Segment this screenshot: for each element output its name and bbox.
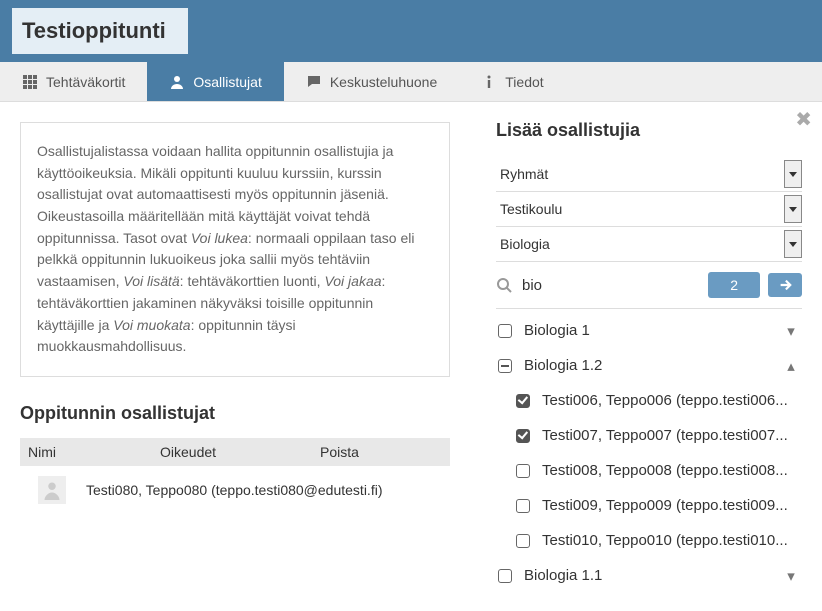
app-header: Testioppitunti <box>0 0 822 62</box>
search-row: 2 <box>496 262 802 309</box>
group-label: Biologia 1.1 <box>524 567 602 584</box>
item-label: Testi008, Teppo008 (teppo.testi008... <box>542 462 788 479</box>
chevron-up-icon[interactable]: ▴ <box>784 357 798 375</box>
search-input[interactable] <box>522 277 642 294</box>
tree-item[interactable]: Testi008, Teppo008 (teppo.testi008... <box>496 453 802 488</box>
table-row[interactable]: Testi080, Teppo080 (teppo.testi080@edute… <box>20 466 450 504</box>
grid-icon <box>22 74 38 90</box>
group-label: Biologia 1 <box>524 322 590 339</box>
tree-item[interactable]: Testi009, Teppo009 (teppo.testi009... <box>496 488 802 523</box>
select-label: Ryhmät <box>500 166 548 182</box>
tree-group[interactable]: Biologia 1 ▾ <box>496 313 802 348</box>
group-tree: Biologia 1 ▾ Biologia 1.2 ▴ Testi006, Teppo0… <box>496 313 802 593</box>
add-heading: Lisää osallistujia <box>496 120 802 141</box>
chevron-down-icon[interactable] <box>784 160 802 188</box>
tree-item[interactable]: Testi006, Teppo006 (teppo.testi006... <box>496 383 802 418</box>
select-label: Testikoulu <box>500 201 562 217</box>
select-label: Biologia <box>500 236 550 252</box>
chevron-down-icon[interactable]: ▾ <box>784 322 798 340</box>
checkbox-icon[interactable] <box>516 464 530 478</box>
chevron-down-icon[interactable] <box>784 230 802 258</box>
tree-group[interactable]: Biologia 1.1 ▾ <box>496 558 802 593</box>
avatar <box>38 476 66 504</box>
checkbox-icon[interactable] <box>498 324 512 338</box>
close-icon[interactable]: ✖ <box>795 110 812 130</box>
tab-label: Tehtäväkortit <box>46 74 125 90</box>
right-pane: ✖ Lisää osallistujia Ryhmät Testikoulu B… <box>470 102 822 611</box>
tab-info[interactable]: Tiedot <box>459 62 565 101</box>
left-pane: Osallistujalistassa voidaan hallita oppi… <box>0 102 470 611</box>
tab-label: Osallistujat <box>193 74 261 90</box>
tab-participants[interactable]: Osallistujat <box>147 62 283 101</box>
chevron-down-icon[interactable]: ▾ <box>784 567 798 585</box>
col-rights: Oikeudet <box>160 444 320 460</box>
checkbox-icon[interactable] <box>516 394 530 408</box>
user-icon <box>169 74 185 90</box>
submit-search-button[interactable] <box>768 273 802 297</box>
tree-item[interactable]: Testi007, Teppo007 (teppo.testi007... <box>496 418 802 453</box>
checkbox-icon[interactable] <box>516 499 530 513</box>
checkbox-icon[interactable] <box>516 534 530 548</box>
search-icon <box>496 277 512 293</box>
participants-heading: Oppitunnin osallistujat <box>20 403 450 424</box>
tree-group[interactable]: Biologia 1.2 ▴ <box>496 348 802 383</box>
tab-label: Tiedot <box>505 74 543 90</box>
main: Osallistujalistassa voidaan hallita oppi… <box>0 102 822 611</box>
tab-label: Keskusteluhuone <box>330 74 437 90</box>
info-icon <box>481 74 497 90</box>
col-remove: Poista <box>320 444 450 460</box>
tabbar: Tehtäväkortit Osallistujat Keskusteluhuo… <box>0 62 822 102</box>
checkbox-icon[interactable] <box>516 429 530 443</box>
item-label: Testi009, Teppo009 (teppo.testi009... <box>542 497 788 514</box>
item-label: Testi010, Teppo010 (teppo.testi010... <box>542 532 788 549</box>
page-title: Testioppitunti <box>12 8 188 54</box>
select-subject[interactable]: Biologia <box>496 227 802 262</box>
table-header: Nimi Oikeudet Poista <box>20 438 450 466</box>
tab-chat[interactable]: Keskusteluhuone <box>284 62 459 101</box>
chevron-down-icon[interactable] <box>784 195 802 223</box>
select-groups[interactable]: Ryhmät <box>496 157 802 192</box>
result-count-badge: 2 <box>708 272 760 298</box>
checkbox-icon[interactable] <box>498 569 512 583</box>
chat-icon <box>306 74 322 90</box>
checkbox-icon[interactable] <box>498 359 512 373</box>
participant-label: Testi080, Teppo080 (teppo.testi080@edute… <box>86 482 382 498</box>
col-name: Nimi <box>20 444 160 460</box>
tree-item[interactable]: Testi010, Teppo010 (teppo.testi010... <box>496 523 802 558</box>
tab-tasks[interactable]: Tehtäväkortit <box>0 62 147 101</box>
group-label: Biologia 1.2 <box>524 357 602 374</box>
item-label: Testi007, Teppo007 (teppo.testi007... <box>542 427 788 444</box>
item-label: Testi006, Teppo006 (teppo.testi006... <box>542 392 788 409</box>
select-school[interactable]: Testikoulu <box>496 192 802 227</box>
info-box: Osallistujalistassa voidaan hallita oppi… <box>20 122 450 377</box>
